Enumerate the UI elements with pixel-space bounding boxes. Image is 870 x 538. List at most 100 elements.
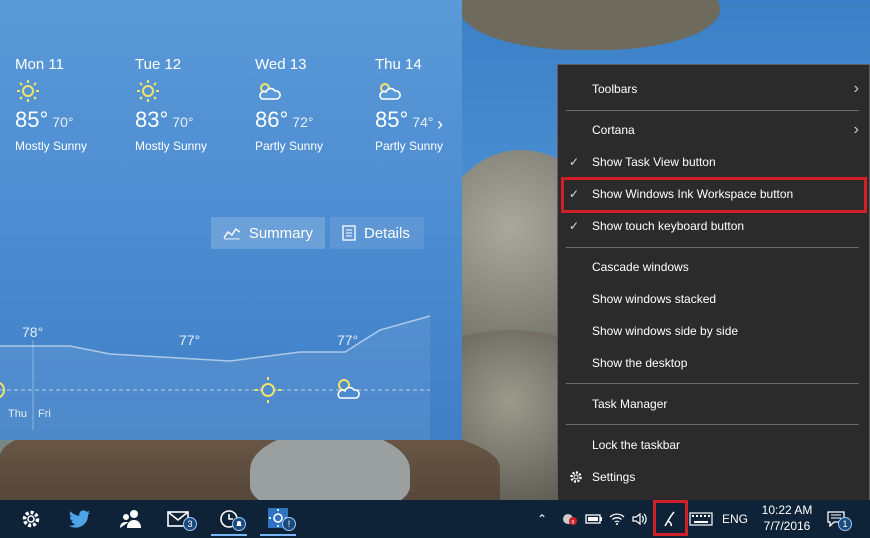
high-temp: 86° [255,107,289,132]
weather-alert-badge: ! [282,517,296,531]
menu-item-label: Show windows side by side [592,324,739,338]
wifi-icon [609,513,625,525]
graph-day-label: Fri [38,408,51,420]
line-chart-icon [223,227,241,240]
tab-label: Summary [248,224,313,242]
menu-item-toolbars[interactable]: Toolbars › [558,75,869,103]
condition: Partly Sunny [255,139,324,153]
menu-item-show-windows-stacked[interactable]: Show windows stacked [558,285,869,313]
menu-item-label: Cortana [592,123,635,137]
notification-count-badge: 1 [838,517,852,531]
menu-item-show-windows-side-by-side[interactable]: Show windows side by side [558,317,869,345]
graph-day-label: Thu [8,408,27,420]
low-temp: 74° [412,114,434,130]
battery-tray-icon[interactable] [585,502,603,536]
alarm-badge [232,517,246,531]
menu-separator [566,247,859,248]
condition: Mostly Sunny [15,139,88,153]
menu-item-task-manager[interactable]: Task Manager [558,390,869,418]
menu-item-lock-the-taskbar[interactable]: Lock the taskbar [558,431,869,459]
input-language[interactable]: ENG [722,502,748,536]
rock [460,0,720,50]
menu-item-label: Show Task View button [592,155,716,169]
next-days-chevron-icon[interactable]: › [437,114,443,135]
low-temp: 72° [292,114,314,130]
high-temp: 85° [15,107,49,132]
wifi-tray-icon[interactable] [609,502,625,536]
chevron-right-icon: › [853,121,859,138]
shield-alert-icon: x [563,514,577,526]
menu-item-label: Toolbars [592,82,638,96]
sunny-icon [137,80,159,102]
touch-keyboard-button[interactable] [689,502,713,536]
twitter-bird-icon [69,510,90,528]
menu-item-label: Settings [592,470,636,484]
gear-icon [570,471,582,483]
condition: Mostly Sunny [135,139,208,153]
day-name: Thu 14 [375,56,422,73]
menu-item-label: Task Manager [592,397,668,411]
mail-count-badge: 3 [183,517,197,531]
volume-tray-icon[interactable] [632,502,648,536]
battery-icon [585,514,602,524]
menu-item-settings[interactable]: Settings [558,463,869,491]
graph-temp-label: 77° [179,332,201,348]
forecast-day[interactable]: Tue 12 83° 70° Mostly Sunny [135,56,255,153]
svg-text:x: x [572,520,575,526]
taskbar-clock[interactable]: 10:22 AM 7/7/2016 [756,502,818,536]
settings-app-button[interactable] [14,502,48,536]
menu-item-cortana[interactable]: Cortana › [558,116,869,144]
forecast-day[interactable]: Wed 13 86° 72° Partly Sunny [255,56,375,153]
menu-item-label: Show the desktop [592,356,688,370]
menu-item-show-the-desktop[interactable]: Show the desktop [558,349,869,377]
bell-icon [236,521,242,526]
menu-item-show-touch-keyboard-button[interactable]: ✓ Show touch keyboard button [558,212,869,240]
forecast-day[interactable]: Thu 14 85° 74° Partly Sunny [375,56,455,153]
high-temp: 85° [375,107,409,132]
people-app-button[interactable] [114,502,148,536]
graph-temp-label: 78° [22,324,44,340]
menu-item-label: Show windows stacked [592,292,717,306]
menu-item-label: Show touch keyboard button [592,219,745,233]
menu-item-label: Lock the taskbar [592,438,681,452]
day-name: Tue 12 [135,56,182,73]
forecast-day[interactable]: Mon 11 85° 70° Mostly Sunny [15,56,135,153]
gear-icon [22,510,40,528]
temperature-graph [0,315,431,440]
clock-time: 10:22 AM [761,503,813,517]
menu-item-show-task-view-button[interactable]: ✓ Show Task View button [558,148,869,176]
sunny-icon [17,80,39,102]
low-temp: 70° [52,114,74,130]
details-icon [342,225,356,241]
condition: Partly Sunny [375,139,444,153]
partly-sunny-icon [379,83,401,100]
graph-temp-label: 77° [337,332,359,348]
menu-separator [566,383,859,384]
menu-item-cascade-windows[interactable]: Cascade windows [558,253,869,281]
speaker-icon [632,512,647,526]
high-temp: 83° [135,107,169,132]
clock-date: 7/7/2016 [763,519,811,533]
menu-separator [566,424,859,425]
security-alert-tray-icon[interactable]: x [561,502,579,536]
menu-separator [566,110,859,111]
weather-window: Mon 11 85° 70° Mostly Sunny Tue 12 83° 70°… [0,0,462,440]
day-name: Wed 13 [255,56,307,73]
keyboard-icon [689,512,713,526]
partly-sunny-icon [259,83,281,100]
checkmark-icon: ✓ [569,219,580,233]
tab-details[interactable]: Details [330,217,424,249]
highlight-box [561,177,867,213]
checkmark-icon: ✓ [569,155,580,169]
chevron-right-icon: › [853,80,859,97]
low-temp: 70° [172,114,194,130]
people-icon [120,510,141,528]
tab-label: Details [364,224,410,242]
show-hidden-icons-chevron-icon[interactable]: ⌃ [537,502,547,536]
taskbar-context-menu: Toolbars › Cortana › ✓ Show Task View bu… [557,64,870,501]
day-name: Mon 11 [15,56,64,73]
tab-summary[interactable]: Summary [211,217,325,249]
rock [250,430,410,500]
twitter-app-button[interactable] [63,502,97,536]
highlight-box [653,500,688,536]
